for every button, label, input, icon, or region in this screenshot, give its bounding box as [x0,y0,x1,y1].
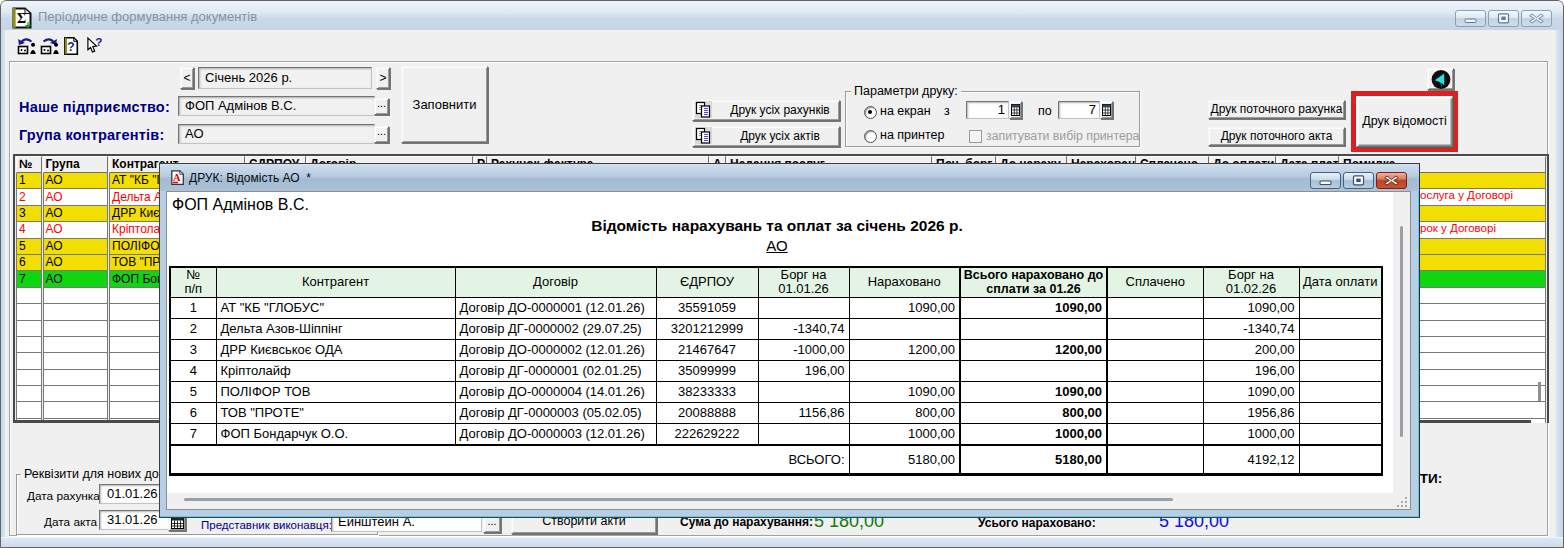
svg-text:A: A [173,172,181,183]
